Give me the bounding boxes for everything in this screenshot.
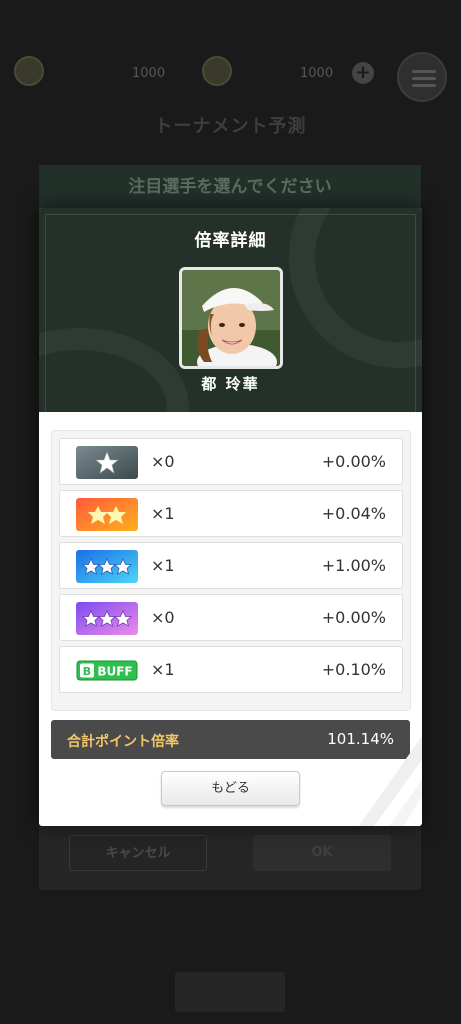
row-multiplier: ×1 [151, 504, 175, 523]
add-currency-button[interactable]: + [352, 62, 374, 84]
silver-star-icon [76, 446, 138, 479]
two-gold-stars-icon [76, 498, 138, 531]
multiplier-detail-modal: 倍率詳細 都 玲華 ×0 +0.00% ×1 +0.04% ×1 +1.00% … [39, 208, 422, 826]
row-value: +0.10% [321, 660, 386, 679]
coin-icon [14, 56, 44, 86]
top-bar: 1000 1000 + [0, 40, 461, 110]
buff-icon: B BUFF [76, 654, 138, 687]
player-name: 都 玲華 [201, 375, 260, 393]
cancel-button[interactable]: キャンセル [69, 835, 207, 871]
list-item: B BUFF ×1 +0.10% [59, 646, 403, 693]
row-multiplier: ×0 [151, 452, 175, 471]
dialog-title: 注目選手を選んでください [39, 165, 421, 210]
row-value: +0.00% [321, 452, 386, 471]
row-multiplier: ×1 [151, 556, 175, 575]
list-item: ×0 +0.00% [59, 438, 403, 485]
list-item: ×0 +0.00% [59, 594, 403, 641]
row-multiplier: ×1 [151, 660, 175, 679]
multiplier-list: ×0 +0.00% ×1 +0.04% ×1 +1.00% ×0 +0.00% … [51, 430, 411, 711]
total-label: 合計ポイント倍率 [67, 734, 179, 750]
row-value: +0.00% [321, 608, 386, 627]
corner-decoration [359, 736, 422, 826]
three-purple-stars-icon [76, 602, 138, 635]
page-title: トーナメント予測 [154, 116, 307, 137]
ok-button[interactable]: OK [253, 835, 391, 871]
list-item: ×1 +1.00% [59, 542, 403, 589]
gem-icon [202, 56, 232, 86]
svg-text:B: B [83, 665, 91, 678]
menu-button[interactable] [397, 52, 447, 102]
buff-text: BUFF [97, 665, 132, 679]
modal-header: 倍率詳細 都 玲華 [39, 208, 422, 412]
player-portrait [179, 267, 283, 369]
currency-1-value: 1000 [132, 66, 166, 81]
list-item: ×1 +0.04% [59, 490, 403, 537]
bottom-tab[interactable] [175, 972, 285, 1012]
row-value: +1.00% [321, 556, 386, 575]
back-button[interactable]: もどる [161, 771, 300, 806]
currency-2-value: 1000 [300, 66, 334, 81]
row-multiplier: ×0 [151, 608, 175, 627]
modal-title: 倍率詳細 [194, 231, 267, 251]
three-blue-stars-icon [76, 550, 138, 583]
row-value: +0.04% [321, 504, 386, 523]
